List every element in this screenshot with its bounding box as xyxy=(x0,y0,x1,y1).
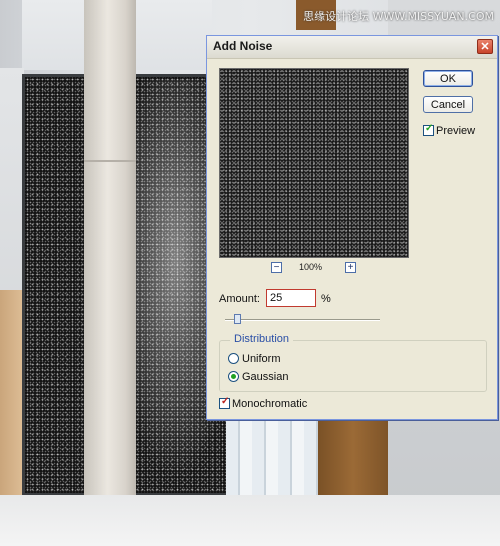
dialog-titlebar[interactable]: Add Noise ✕ xyxy=(207,36,497,59)
amount-unit: % xyxy=(321,293,331,305)
ok-button[interactable]: OK xyxy=(423,70,473,87)
plus-icon: + xyxy=(347,262,354,273)
preview-checkbox[interactable]: ✓ xyxy=(423,123,434,136)
monochromatic-option[interactable]: ✓ Monochromatic xyxy=(219,396,308,410)
monochromatic-label: Monochromatic xyxy=(232,398,308,410)
zoom-level: 100% xyxy=(299,262,323,272)
radio-uniform-circle[interactable] xyxy=(228,353,239,364)
radio-selected-dot xyxy=(231,374,236,379)
check-icon: ✓ xyxy=(425,123,434,134)
watermark: 思缘设计论坛 WWW.MISSYUAN.COM xyxy=(303,10,494,23)
dialog-title: Add Noise xyxy=(213,39,273,53)
zoom-in-button[interactable]: + xyxy=(345,262,356,273)
distribution-legend: Distribution xyxy=(230,333,294,345)
close-button[interactable]: ✕ xyxy=(477,39,493,54)
zoom-controls: − 100% + xyxy=(219,262,407,276)
amount-slider-thumb[interactable] xyxy=(234,314,242,324)
zoom-out-button[interactable]: − xyxy=(271,262,282,273)
monochromatic-checkbox[interactable]: ✓ xyxy=(219,396,230,409)
radio-uniform[interactable]: Uniform xyxy=(228,353,281,365)
distribution-group: Distribution Uniform Gaussian xyxy=(219,333,487,392)
background-concrete-column xyxy=(84,0,136,546)
background-column-seam xyxy=(84,160,136,162)
radio-uniform-label: Uniform xyxy=(242,353,281,365)
cancel-button[interactable]: Cancel xyxy=(423,96,473,113)
preview-option[interactable]: ✓ Preview xyxy=(423,123,476,137)
noise-preview[interactable] xyxy=(219,68,409,258)
add-noise-dialog: Add Noise ✕ − 100% + OK Cancel ✓ Preview … xyxy=(206,35,498,420)
background-floor xyxy=(0,495,500,546)
check-icon: ✓ xyxy=(221,396,230,407)
preview-label: Preview xyxy=(436,125,476,137)
close-icon: ✕ xyxy=(480,41,490,53)
minus-icon: − xyxy=(273,262,280,273)
amount-slider-track[interactable] xyxy=(225,319,380,321)
background-wood-panel xyxy=(0,290,22,500)
radio-gaussian-circle[interactable] xyxy=(228,371,239,382)
amount-input[interactable]: 25 xyxy=(266,289,316,307)
amount-label: Amount: xyxy=(219,293,260,305)
radio-gaussian-label: Gaussian xyxy=(242,371,289,383)
radio-gaussian[interactable]: Gaussian xyxy=(228,371,288,383)
